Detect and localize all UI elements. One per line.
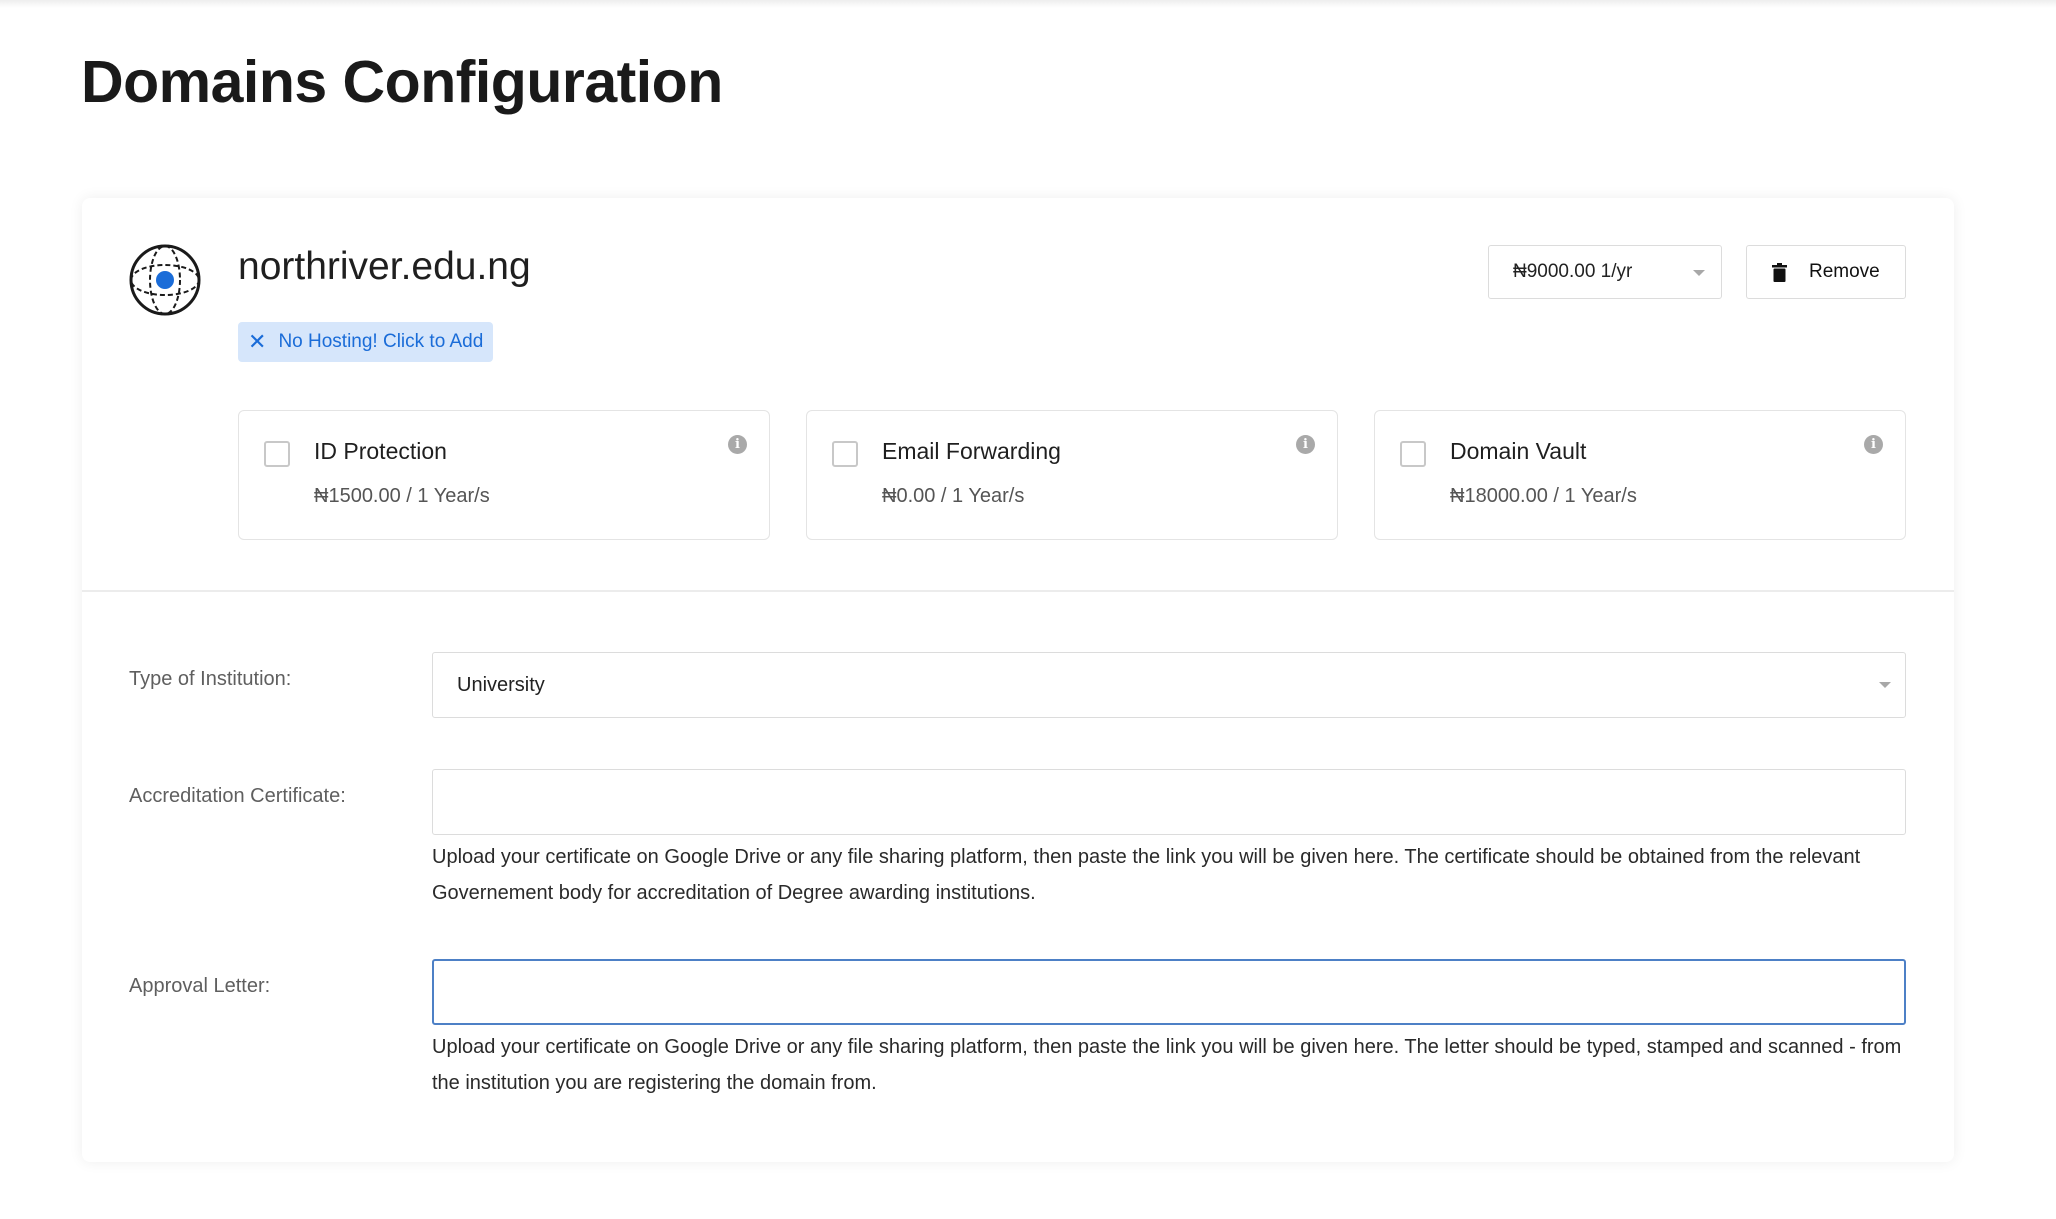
addon-title: Domain Vault <box>1450 438 1587 464</box>
trash-icon <box>1772 262 1787 282</box>
add-hosting-badge[interactable]: ✕ No Hosting! Click to Add <box>238 322 494 362</box>
info-icon[interactable]: i <box>1864 435 1883 454</box>
addon-title: ID Protection <box>314 438 447 464</box>
approval-letter-help-text: Upload your certificate on Google Drive … <box>432 1036 1902 1094</box>
globe-icon <box>129 244 201 316</box>
top-shadow <box>0 0 2056 8</box>
info-icon[interactable]: i <box>1296 435 1315 454</box>
institution-type-value: University <box>457 673 545 696</box>
addon-email-forwarding: Email Forwarding ₦0.00 / 1 Year/s i <box>806 410 1338 540</box>
remove-label: Remove <box>1809 261 1880 282</box>
addon-id-protection: ID Protection ₦1500.00 / 1 Year/s i <box>238 410 770 540</box>
add-hosting-label: No Hosting! Click to Add <box>278 331 484 352</box>
remove-button[interactable]: Remove <box>1746 245 1906 299</box>
price-period-select[interactable]: ₦9000.00 1/yr <box>1488 245 1722 299</box>
chevron-down-icon <box>1879 682 1891 688</box>
approval-letter-label: Approval Letter: <box>129 975 271 997</box>
institution-type-label: Type of Institution: <box>129 668 292 690</box>
addon-price: ₦18000.00 / 1 Year/s <box>1450 485 1637 507</box>
addon-checkbox[interactable] <box>1400 441 1426 467</box>
info-icon[interactable]: i <box>728 435 747 454</box>
page-title: Domains Configuration <box>81 49 723 115</box>
addon-domain-vault: Domain Vault ₦18000.00 / 1 Year/s i <box>1374 410 1906 540</box>
addon-checkbox[interactable] <box>832 441 858 467</box>
price-period-value: ₦9000.00 1/yr <box>1513 261 1633 282</box>
accreditation-input[interactable] <box>432 769 1906 835</box>
accreditation-label: Accreditation Certificate: <box>129 785 346 807</box>
chevron-down-icon <box>1693 270 1705 276</box>
domain-config-card: northriver.edu.ng ✕ No Hosting! Click to… <box>82 198 1954 1162</box>
domain-header-section: northriver.edu.ng ✕ No Hosting! Click to… <box>82 198 1954 590</box>
addon-title: Email Forwarding <box>882 438 1061 464</box>
addon-price: ₦0.00 / 1 Year/s <box>882 485 1025 507</box>
domain-name: northriver.edu.ng <box>238 245 531 288</box>
accreditation-help-text: Upload your certificate on Google Drive … <box>432 846 1861 904</box>
close-icon: ✕ <box>248 329 267 354</box>
addon-price: ₦1500.00 / 1 Year/s <box>314 485 490 507</box>
institution-type-select[interactable]: University <box>432 652 1906 718</box>
approval-letter-input[interactable] <box>432 959 1906 1025</box>
addon-checkbox[interactable] <box>264 441 290 467</box>
section-divider <box>82 590 1954 592</box>
